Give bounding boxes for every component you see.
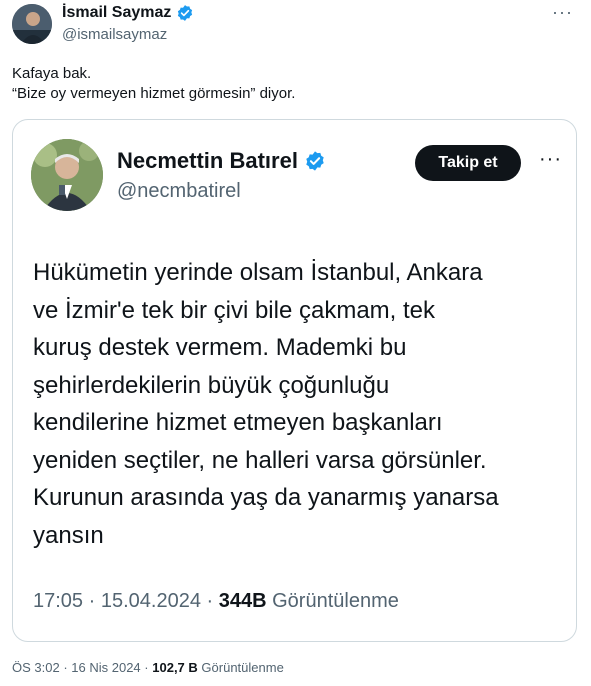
quoted-author-handle[interactable]: @necmbatirel [117, 180, 241, 203]
quoted-text-line: kendilerine hizmet etmeyen başkanları [33, 409, 443, 436]
verified-badge-icon [176, 4, 194, 22]
quoted-text-line: kuruş destek vermem. Mademki bu [33, 334, 407, 361]
quoted-text-line: yansın [33, 521, 104, 549]
quoted-tweet-text: Hükümetin yerinde olsam İstanbul, Ankara… [33, 254, 499, 554]
quoted-views-label: Görüntülenme [272, 590, 399, 612]
quoted-tweet-card[interactable]: Necmettin Batırel @necmbatirel Takip et … [12, 119, 577, 642]
quoted-time[interactable]: 17:05 [33, 590, 83, 612]
tweet-views-label: Görüntülenme [201, 660, 284, 675]
tweet-date[interactable]: 16 Nis 2024 [71, 660, 140, 675]
quoted-text-line: Hükümetin yerinde olsam İstanbul, Ankara [33, 259, 483, 286]
quoted-views-count: 344B [218, 590, 267, 612]
tweet-text: Kafaya bak. “Bize oy vermeyen hizmet gör… [12, 64, 295, 104]
tweet-meta: ÖS 3:02 · 16 Nis 2024 · 102,7 B Görüntül… [12, 660, 284, 675]
quoted-author-name[interactable]: Necmettin Batırel [117, 148, 298, 174]
tweet-text-line: “Bize oy vermeyen hizmet görmesin” diyor… [12, 85, 296, 102]
more-options-button[interactable]: ··· [552, 2, 573, 23]
follow-button[interactable]: Takip et [415, 145, 521, 181]
quoted-date[interactable]: 15.04.2024 [101, 590, 201, 612]
quoted-tweet-meta: 17:05 · 15.04.2024 · 344B Görüntülenme [33, 590, 399, 612]
quoted-text-line: şehirlerdekilerin büyük çoğunluğu [33, 371, 390, 399]
quoted-more-options-button[interactable]: ··· [539, 148, 562, 171]
quoted-author-avatar[interactable] [31, 139, 103, 211]
quoted-text-line: Kurunun arasında yaş da yanarmış yanarsa [33, 484, 499, 511]
quoted-text-line: yeniden seçtiler, ne halleri varsa görsü… [33, 446, 487, 474]
verified-badge-icon [304, 150, 326, 172]
tweet-text-line: Kafaya bak. [12, 65, 92, 82]
author-avatar[interactable] [12, 4, 52, 44]
tweet-time[interactable]: ÖS 3:02 [12, 660, 60, 675]
quoted-text-line: ve İzmir'e tek bir çivi bile çakmam, tek [33, 296, 436, 324]
author-name[interactable]: İsmail Saymaz [62, 4, 171, 22]
tweet-views-count: 102,7 B [152, 660, 198, 675]
author-handle[interactable]: @ismailsaymaz [62, 26, 167, 43]
